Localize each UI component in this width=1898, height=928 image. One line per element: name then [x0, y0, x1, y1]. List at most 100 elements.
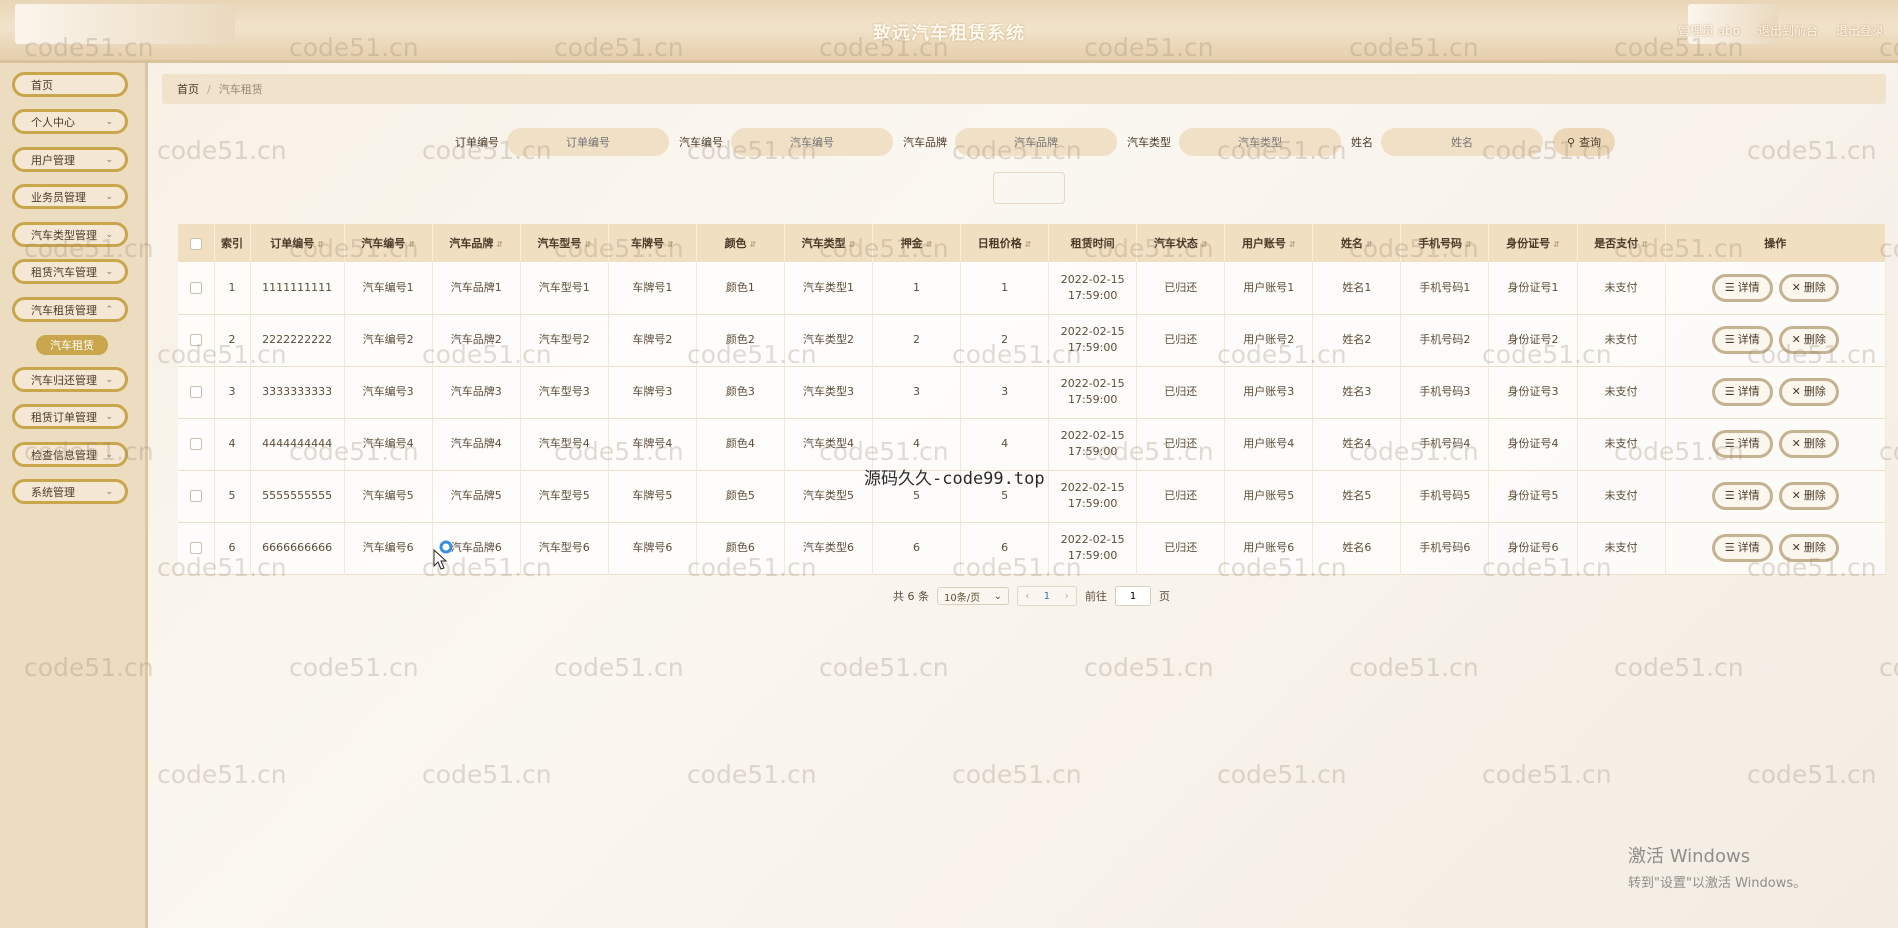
sort-icon[interactable]: ⇵: [317, 240, 324, 249]
sidebar-item-rental-car-management[interactable]: 租赁汽车管理 ⌄: [12, 259, 128, 284]
column-header[interactable]: 是否支付 ⇵: [1577, 224, 1666, 262]
action-button-placeholder[interactable]: [993, 172, 1065, 204]
sidebar-item-home[interactable]: 首页: [12, 72, 128, 97]
sidebar-item-user-management[interactable]: 用户管理 ⌄: [12, 147, 128, 172]
sort-icon[interactable]: ⇵: [1553, 240, 1560, 249]
column-header[interactable]: 身份证号 ⇵: [1488, 224, 1578, 262]
sidebar-item-label: 汽车租赁管理: [31, 303, 97, 317]
column-header[interactable]: 汽车类型 ⇵: [784, 224, 874, 262]
column-header[interactable]: 汽车状态 ⇵: [1136, 224, 1226, 262]
detail-button[interactable]: ☰ 详情: [1711, 534, 1773, 562]
sort-icon[interactable]: ⇵: [1366, 240, 1373, 249]
column-header[interactable]: 颜色 ⇵: [696, 224, 785, 262]
sidebar-item-rental-order-management[interactable]: 租赁订单管理 ⌄: [12, 404, 128, 429]
sidebar-item-label: 汽车归还管理: [31, 373, 97, 387]
table-cell: 车牌号3: [608, 366, 697, 418]
detail-button[interactable]: ☰ 详情: [1711, 378, 1773, 406]
sort-icon[interactable]: ⇵: [408, 240, 415, 249]
sidebar-item-personal-center[interactable]: 个人中心 ⌄: [12, 109, 128, 134]
sort-icon[interactable]: ⇵: [1465, 240, 1472, 249]
next-page-icon[interactable]: ›: [1065, 591, 1069, 602]
back-to-front-link[interactable]: 退出到前台: [1758, 22, 1818, 39]
sort-icon[interactable]: ⇵: [750, 240, 757, 249]
row-checkbox[interactable]: [189, 386, 202, 398]
sidebar-item-car-return-management[interactable]: 汽车归还管理 ⌄: [12, 367, 128, 392]
row-checkbox-cell: [178, 366, 215, 418]
sort-icon[interactable]: ⇵: [1025, 240, 1032, 249]
sort-icon[interactable]: ⇵: [1201, 240, 1208, 249]
page-size-select[interactable]: 10条/页 ⌄: [937, 587, 1009, 605]
sidebar-item-label: 租赁汽车管理: [31, 265, 97, 279]
row-checkbox[interactable]: [189, 490, 202, 502]
car-brand-input[interactable]: [955, 128, 1117, 156]
page-number[interactable]: 1: [1044, 591, 1050, 602]
column-header[interactable]: 日租价格 ⇵: [960, 224, 1050, 262]
table-cell: 汽车型号6: [520, 522, 609, 574]
column-header[interactable]: 押金 ⇵: [872, 224, 962, 262]
order-no-input[interactable]: [507, 128, 669, 156]
column-header[interactable]: 用户账号 ⇵: [1224, 224, 1314, 262]
car-no-input[interactable]: [731, 128, 893, 156]
column-header[interactable]: 汽车编号 ⇵: [344, 224, 433, 262]
detail-button[interactable]: ☰ 详情: [1711, 273, 1773, 302]
column-header[interactable]: 手机号码 ⇵: [1400, 224, 1490, 262]
table-cell: 汽车类型1: [784, 262, 874, 314]
column-header[interactable]: 车牌号 ⇵: [608, 224, 697, 262]
sort-icon[interactable]: ⇵: [1641, 240, 1648, 249]
sidebar-item-system-management[interactable]: 系统管理 ⌄: [12, 479, 128, 504]
table-cell: 2: [960, 314, 1050, 366]
goto-page-input[interactable]: [1115, 586, 1151, 606]
table-row: 3 3333333333 汽车编号3 汽车品牌3 汽车型号3 车牌号3 颜色3 汽车类型3 3 3…: [178, 366, 1887, 418]
delete-button[interactable]: ✕ 删除: [1778, 273, 1839, 302]
sidebar-item-car-rental-management[interactable]: 汽车租赁管理 ⌃: [12, 297, 128, 322]
table-cell: 已归还: [1136, 262, 1226, 314]
chevron-down-icon: ⌄: [105, 450, 113, 460]
delete-button[interactable]: ✕ 删除: [1778, 326, 1839, 354]
delete-button[interactable]: ✕ 删除: [1778, 482, 1839, 510]
delete-button[interactable]: ✕ 删除: [1778, 430, 1839, 458]
windows-activation-notice: 激活 Windows 转到"设置"以激活 Windows。: [1628, 842, 1806, 891]
detail-button-label: 详情: [1737, 385, 1760, 398]
table-cell: 2022-02-15 17:59:00: [1048, 418, 1138, 470]
detail-button-label: 详情: [1737, 333, 1760, 346]
table-cell: 身份证号1: [1488, 262, 1578, 314]
prev-page-icon[interactable]: ‹: [1025, 591, 1029, 602]
breadcrumb-home[interactable]: 首页: [177, 81, 199, 97]
row-checkbox[interactable]: [189, 438, 202, 450]
delete-button[interactable]: ✕ 删除: [1778, 378, 1839, 406]
source-watermark: 源码久久-code99.top: [864, 469, 1045, 489]
sidebar-item-car-type-management[interactable]: 汽车类型管理 ⌄: [12, 222, 128, 247]
sort-icon[interactable]: ⇵: [926, 240, 933, 249]
sort-icon[interactable]: ⇵: [496, 240, 503, 249]
logout-link[interactable]: 退出登录: [1836, 22, 1884, 39]
row-checkbox[interactable]: [189, 542, 202, 554]
name-input[interactable]: [1381, 128, 1543, 156]
table-cell: 2: [872, 314, 962, 366]
detail-button[interactable]: ☰ 详情: [1711, 430, 1773, 458]
sidebar-item-salesman-management[interactable]: 业务员管理 ⌄: [12, 184, 128, 209]
row-checkbox[interactable]: [189, 281, 202, 294]
sort-icon[interactable]: ⇵: [667, 240, 674, 249]
search-button[interactable]: ⚲ 查询: [1553, 128, 1616, 156]
sort-icon[interactable]: ⇵: [584, 240, 591, 249]
delete-button[interactable]: ✕ 删除: [1778, 534, 1839, 562]
detail-button[interactable]: ☰ 详情: [1711, 482, 1773, 510]
detail-button[interactable]: ☰ 详情: [1711, 326, 1773, 354]
table-cell: 2022-02-15 17:59:00: [1048, 366, 1138, 418]
sort-icon[interactable]: ⇵: [849, 240, 856, 249]
column-header[interactable]: 订单编号 ⇵: [250, 224, 345, 262]
chevron-down-icon: ⌄: [105, 487, 113, 497]
trash-icon: ✕: [1791, 280, 1801, 294]
column-header[interactable]: 汽车品牌 ⇵: [432, 224, 521, 262]
chevron-down-icon: ⌄: [993, 590, 1002, 602]
table-cell: 2022-02-15 17:59:00: [1048, 314, 1138, 366]
row-checkbox-cell: [178, 522, 215, 574]
column-header[interactable]: 姓名 ⇵: [1312, 224, 1402, 262]
sort-icon[interactable]: ⇵: [1289, 240, 1296, 249]
select-all-checkbox[interactable]: [189, 237, 202, 250]
sidebar-subitem-car-rental[interactable]: 汽车租赁: [36, 335, 108, 355]
row-checkbox[interactable]: [189, 334, 202, 346]
sidebar-item-inspection-management[interactable]: 检查信息管理 ⌄: [12, 442, 128, 467]
car-type-input[interactable]: [1179, 128, 1341, 156]
column-header[interactable]: 汽车型号 ⇵: [520, 224, 609, 262]
